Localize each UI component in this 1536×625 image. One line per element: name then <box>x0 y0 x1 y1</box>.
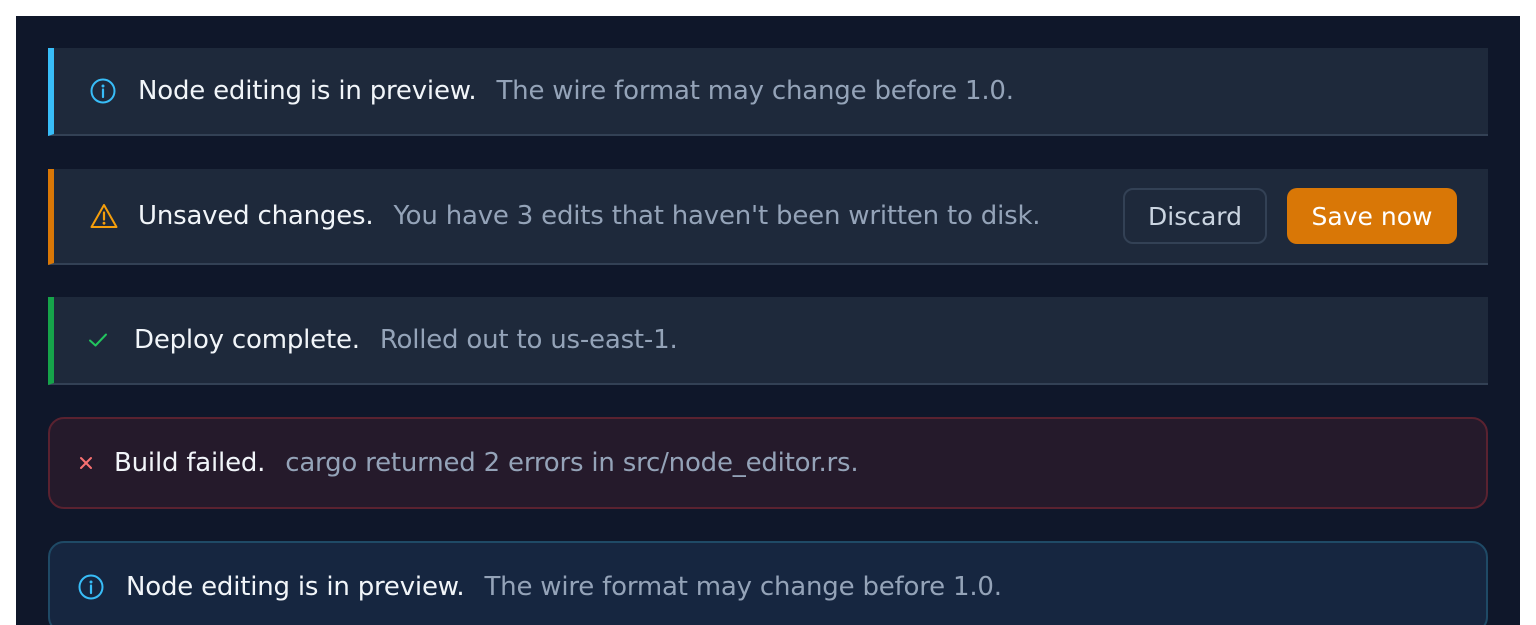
banner-title: Node editing is in preview. <box>126 572 465 602</box>
info-icon <box>78 574 104 600</box>
banner-message: The wire format may change before 1.0. <box>496 76 1014 106</box>
banner-title: Node editing is in preview. <box>138 76 477 106</box>
banner-title: Deploy complete. <box>134 325 360 355</box>
info-card-banner: Node editing is in preview. The wire for… <box>48 541 1488 625</box>
success-banner: Deploy complete. Rolled out to us-east-1… <box>48 297 1488 385</box>
banner-message: You have 3 edits that haven't been writt… <box>393 201 1041 231</box>
info-icon <box>90 78 116 104</box>
error-banner: Build failed. cargo returned 2 errors in… <box>48 417 1488 509</box>
close-icon <box>78 455 94 471</box>
banner-title: Unsaved changes. <box>138 201 374 231</box>
save-now-button[interactable]: Save now <box>1287 188 1457 244</box>
banner-message: The wire format may change before 1.0. <box>484 572 1002 602</box>
info-banner: Node editing is in preview. The wire for… <box>48 48 1488 136</box>
alerts-panel: Node editing is in preview. The wire for… <box>16 16 1520 625</box>
warning-banner: Unsaved changes. You have 3 edits that h… <box>48 169 1488 265</box>
check-icon <box>88 332 108 348</box>
banner-title: Build failed. <box>114 448 266 478</box>
warning-icon <box>90 203 118 229</box>
banner-message: cargo returned 2 errors in src/node_edit… <box>285 448 859 478</box>
discard-button[interactable]: Discard <box>1123 188 1267 244</box>
banner-message: Rolled out to us-east-1. <box>379 325 678 355</box>
